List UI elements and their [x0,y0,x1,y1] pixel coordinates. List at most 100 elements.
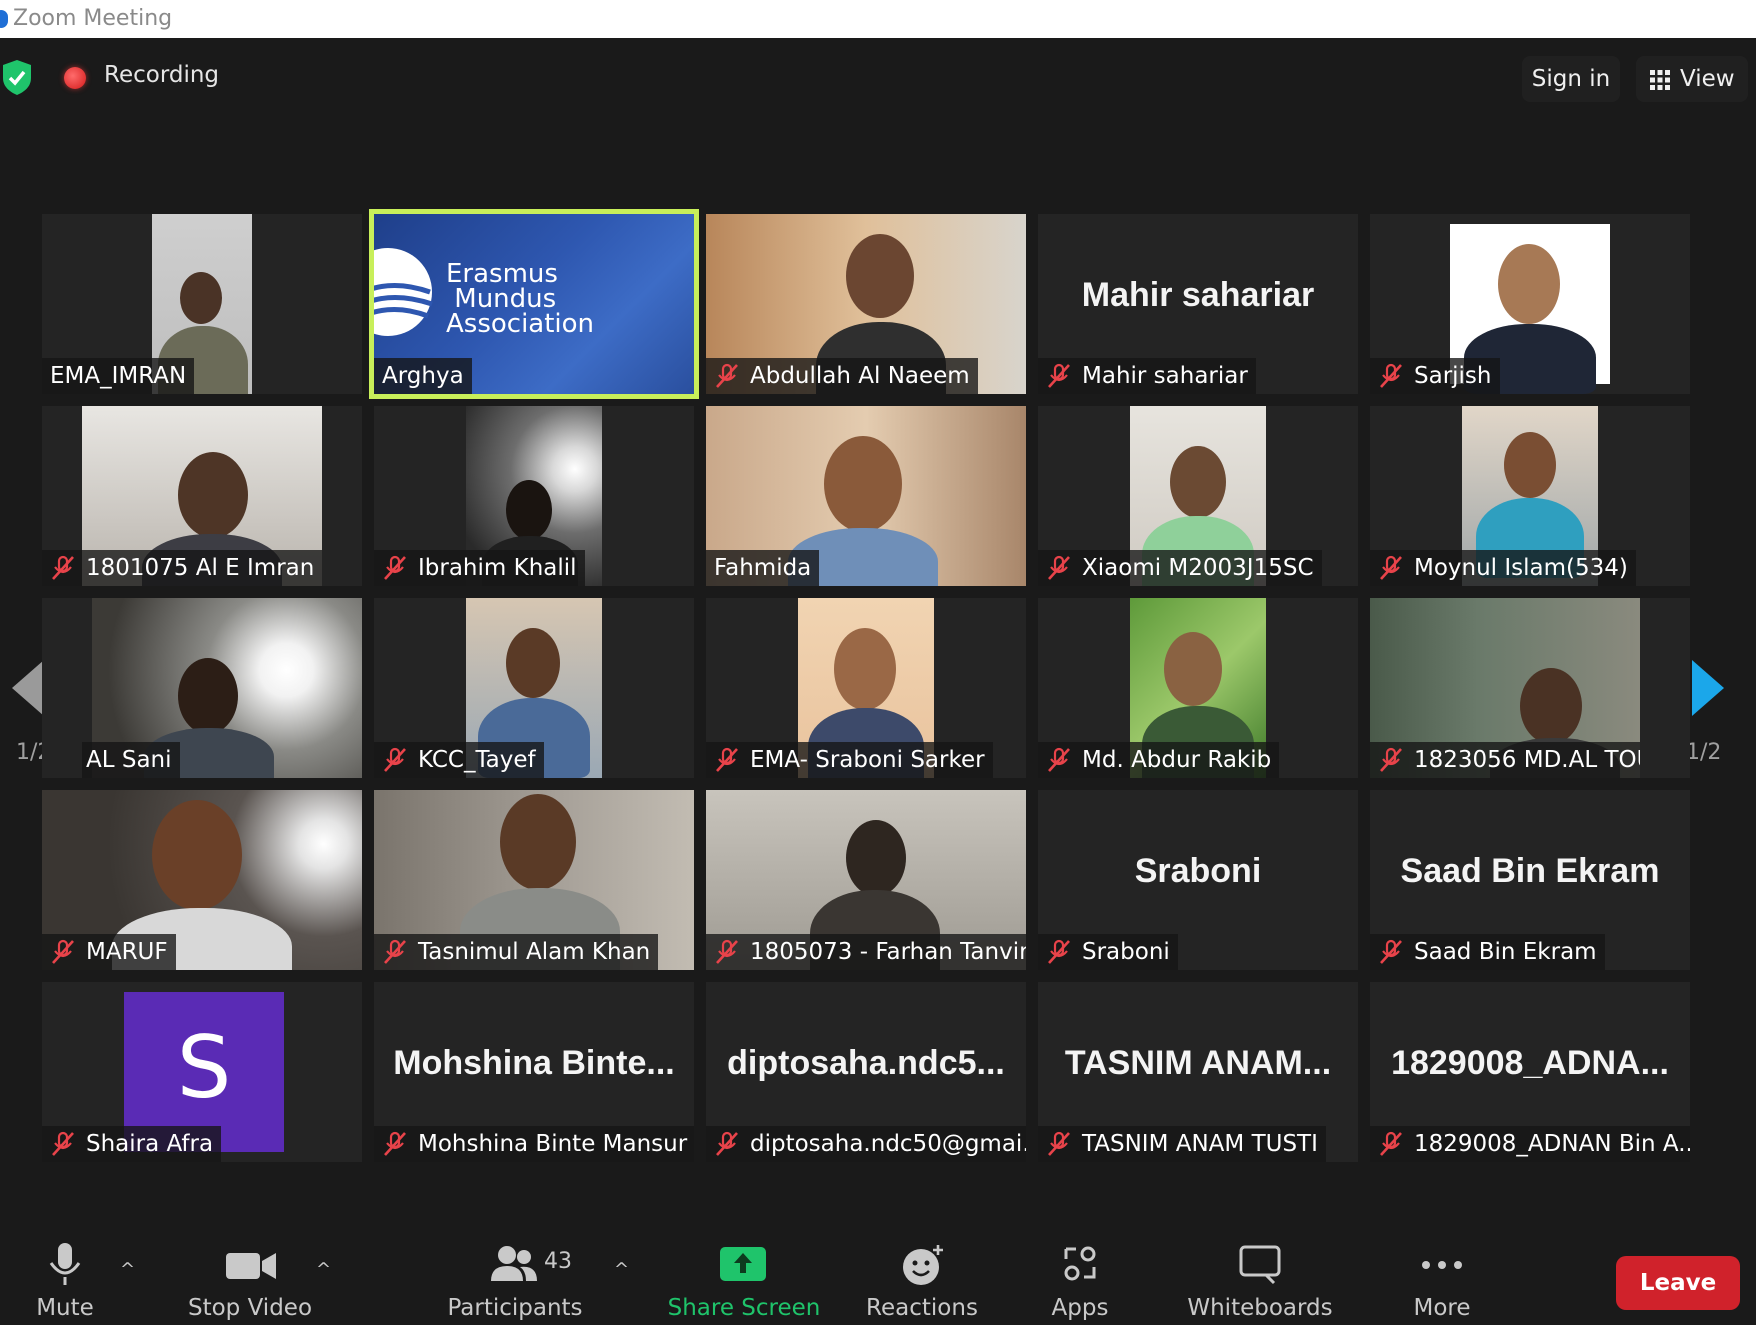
video-options-caret-icon[interactable]: ^ [316,1259,331,1280]
participant-name: Abdullah Al Naeem [750,363,970,389]
participant-tile[interactable]: S Shaira Afra [42,982,362,1162]
more-label: More [1413,1295,1471,1321]
participant-name-tag: EMA- Sraboni Sarker [706,742,993,778]
share-screen-button[interactable]: Share Screen [664,1225,824,1325]
participants-count: 43 [544,1249,572,1274]
next-page-arrow-icon[interactable] [1692,660,1724,716]
participant-tile[interactable]: Abdullah Al Naeem [706,214,1026,394]
logo-text: Erasmus Mundus Association [446,259,595,339]
whiteboard-icon [1239,1245,1281,1285]
audio-options-caret-icon[interactable]: ^ [120,1259,135,1280]
apps-button[interactable]: Apps [1030,1225,1130,1325]
participant-tile[interactable]: Sraboni Sraboni [1038,790,1358,970]
participant-display-name: Sraboni [1134,852,1262,890]
meeting-header: Recording Sign in View [0,38,1756,118]
zoom-app-icon [0,10,8,28]
participant-name: 1801075 Al E Imran [86,555,315,581]
security-shield-icon[interactable] [0,60,34,96]
participant-name: EMA- Sraboni Sarker [750,747,985,773]
muted-mic-icon [52,555,74,580]
reactions-label: Reactions [866,1295,978,1321]
muted-mic-icon [384,555,406,580]
video-camera-icon [226,1253,276,1279]
participant-name: 1805073 - Farhan Tanvir [750,939,1026,965]
participant-name: EMA_IMRAN [50,363,187,389]
participant-name-tag: Sraboni [1038,934,1178,970]
participant-tile-active-speaker[interactable]: Erasmus Mundus Association Arghya [369,209,699,399]
stop-video-button[interactable]: Stop Video [180,1225,320,1325]
participant-name: MARUF [86,939,168,965]
participant-tile[interactable]: Xiaomi M2003J15SC [1038,406,1358,586]
recording-label: Recording [104,62,220,88]
participant-name-tag: Saad Bin Ekram [1370,934,1605,970]
previous-page-arrow-icon[interactable] [12,660,44,716]
participant-tile[interactable]: Moynul Islam(534) [1370,406,1690,586]
sign-in-button[interactable]: Sign in [1522,56,1620,102]
participant-name-tag: Sarjish [1370,358,1500,394]
muted-mic-icon [1380,555,1402,580]
microphone-icon [49,1243,81,1285]
participant-display-name: 1829008_ADNA... [1391,1044,1669,1082]
participants-button[interactable]: 43 Participants [440,1225,590,1325]
participant-display-name: TASNIM ANAM... [1064,1044,1332,1082]
participant-tile[interactable]: EMA- Sraboni Sarker [706,598,1026,778]
participant-name-tag: Arghya [374,358,472,394]
apps-icon [1064,1246,1096,1281]
participant-name: Shaira Afra [86,1131,214,1157]
muted-mic-icon [1048,363,1070,388]
participant-tile[interactable]: Tasnimul Alam Khan [374,790,694,970]
participant-tile[interactable]: 1829008_ADNA... 1829008_ADNAN Bin A... [1370,982,1690,1162]
participant-display-name: Saad Bin Ekram [1400,852,1660,890]
participant-tile[interactable]: AL Sani [42,598,362,778]
muted-mic-icon [716,363,738,388]
muted-mic-icon [716,1131,738,1156]
participant-tile[interactable]: Saad Bin Ekram Saad Bin Ekram [1370,790,1690,970]
participant-tile[interactable]: MARUF [42,790,362,970]
reactions-button[interactable]: Reactions [860,1225,984,1325]
muted-mic-icon [384,747,406,772]
mute-label: Mute [36,1295,94,1321]
more-button[interactable]: More [1390,1225,1494,1325]
window-title: Zoom Meeting [13,6,173,31]
participant-name-tag: Md. Abdur Rakib [1038,742,1280,778]
muted-mic-icon [1048,1131,1070,1156]
whiteboards-button[interactable]: Whiteboards [1180,1225,1340,1325]
muted-mic-icon [716,747,738,772]
participant-display-name: diptosaha.ndc5... [727,1044,1005,1082]
muted-mic-icon [384,939,406,964]
participant-tile[interactable]: 1801075 Al E Imran [42,406,362,586]
participant-tile[interactable]: 1823056 MD.AL TOUF [1370,598,1690,778]
participant-tile[interactable]: Ibrahim Khalil [374,406,694,586]
participant-name-tag: 1805073 - Farhan Tanvir [706,934,1026,970]
participant-tile[interactable]: Md. Abdur Rakib [1038,598,1358,778]
participant-name-tag: Shaira Afra [42,1126,222,1162]
participant-tile[interactable]: Sarjish [1370,214,1690,394]
participant-tile[interactable]: diptosaha.ndc5... diptosaha.ndc50@gmai..… [706,982,1026,1162]
participant-tile[interactable]: EMA_IMRAN [42,214,362,394]
view-button[interactable]: View [1636,56,1748,102]
whiteboards-label: Whiteboards [1187,1295,1333,1321]
participants-options-caret-icon[interactable]: ^ [614,1259,629,1280]
participant-name: TASNIM ANAM TUSTI [1082,1131,1318,1157]
participant-tile[interactable]: Mohshina Binte... Mohshina Binte Mansur [374,982,694,1162]
participant-name-tag: 1829008_ADNAN Bin A... [1370,1126,1690,1162]
participant-name-tag: EMA_IMRAN [42,358,195,394]
participant-name: AL Sani [86,747,172,773]
grid-view-icon [1650,70,1670,90]
view-label: View [1680,66,1735,92]
mute-button[interactable]: Mute [20,1225,110,1325]
participant-name-tag: Mahir sahariar [1038,358,1256,394]
participant-name-tag: MARUF [42,934,176,970]
muted-mic-icon [1048,555,1070,580]
leave-button[interactable]: Leave [1616,1256,1740,1310]
participant-tile[interactable]: Mahir sahariar Mahir sahariar [1038,214,1358,394]
participant-tile[interactable]: Fahmida [706,406,1026,586]
apps-label: Apps [1051,1295,1109,1321]
participant-name: Mohshina Binte Mansur [418,1131,688,1157]
participant-tile[interactable]: 1805073 - Farhan Tanvir [706,790,1026,970]
more-dots-icon [1422,1261,1462,1269]
participant-tile[interactable]: TASNIM ANAM... TASNIM ANAM TUSTI [1038,982,1358,1162]
participant-tile[interactable]: KCC_Tayef [374,598,694,778]
participant-name: Ibrahim Khalil [418,555,577,581]
video-gallery-grid: EMA_IMRAN Erasmus Mundus Association Argh… [42,209,1692,1164]
